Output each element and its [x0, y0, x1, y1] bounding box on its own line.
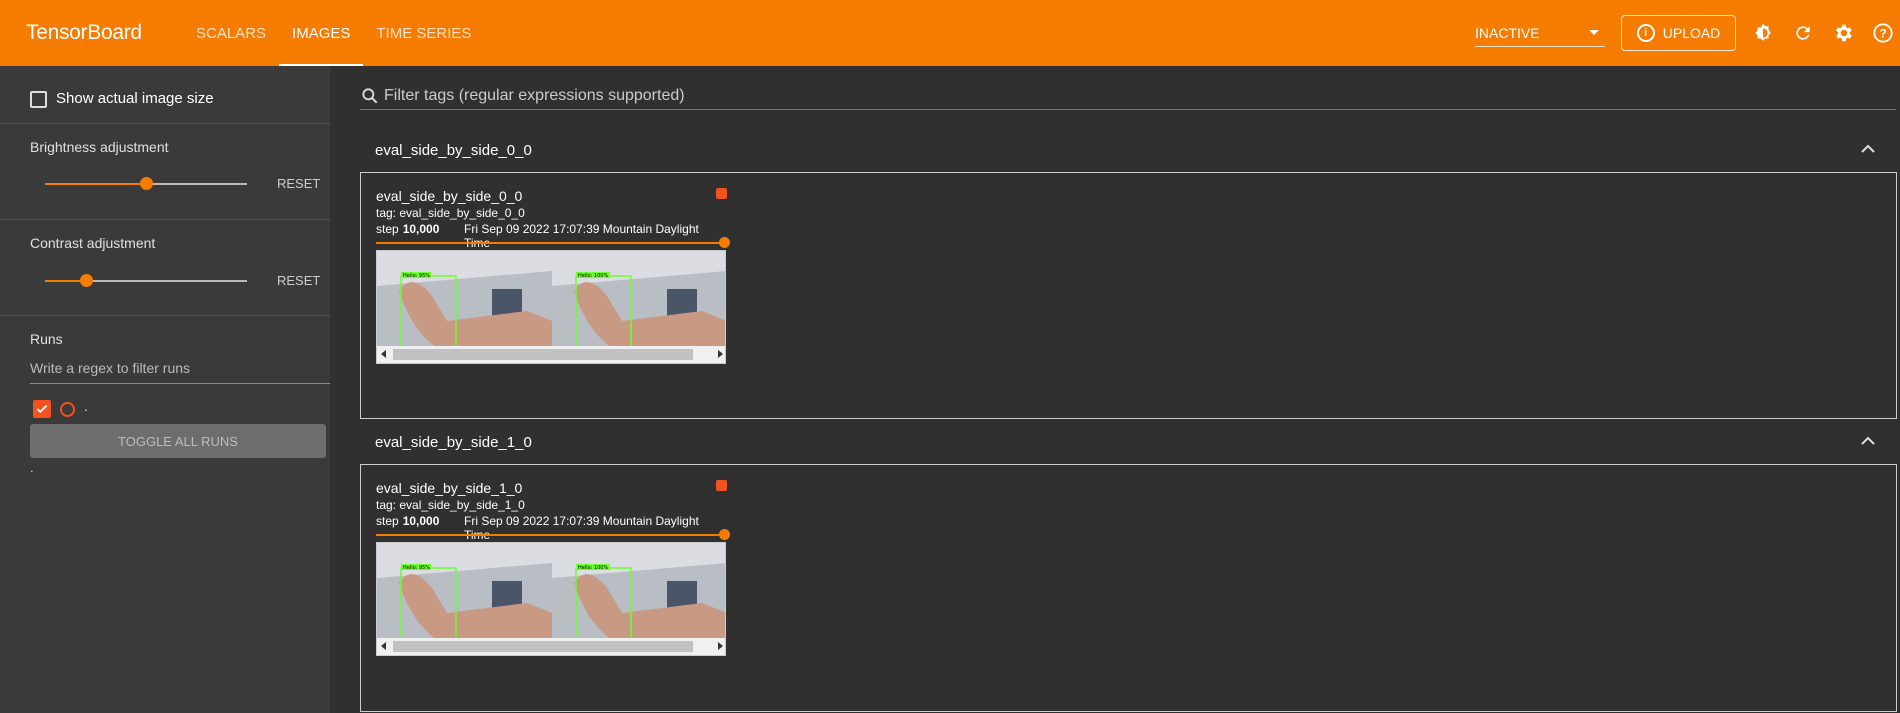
inactive-dashboards-select[interactable]: INACTIVE — [1475, 20, 1605, 47]
upload-label: UPLOAD — [1662, 25, 1721, 41]
image-card: eval_side_by_side_1_0 tag: eval_side_by_… — [376, 480, 730, 656]
card-expand-button[interactable] — [716, 188, 727, 199]
brightness-section: Brightness adjustment RESET — [0, 124, 330, 220]
card-step: step 10,000 Fri Sep 09 2022 17:07:39 Mou… — [376, 222, 726, 250]
card-timestamp: Fri Sep 09 2022 17:07:39 Mountain Daylig… — [464, 222, 699, 250]
side-by-side-image: Hello: 95% Hello: 100% — [377, 251, 725, 349]
step-label: step — [376, 222, 399, 236]
eval-image: Hello: 95% Hello: 100% — [376, 250, 726, 364]
scroll-right-arrow-icon[interactable] — [718, 350, 723, 358]
group-body-0: eval_side_by_side_0_0 tag: eval_side_by_… — [360, 172, 1897, 419]
upload-button[interactable]: i UPLOAD — [1621, 15, 1736, 51]
scroll-left-arrow-icon[interactable] — [381, 350, 386, 358]
image-scrollbar[interactable] — [377, 638, 725, 655]
contrast-label: Contrast adjustment — [30, 235, 156, 251]
contrast-section: Contrast adjustment RESET — [0, 220, 330, 316]
detection-label: Hello: 95% — [403, 273, 430, 279]
contrast-slider-thumb[interactable] — [80, 274, 93, 287]
run-color-circle[interactable] — [60, 402, 75, 417]
runs-heading: Runs — [30, 331, 63, 347]
card-title: eval_side_by_side_1_0 — [376, 480, 523, 496]
run-name: . — [84, 398, 88, 414]
contrast-reset-button[interactable]: RESET — [277, 273, 320, 288]
detection-label: Hello: 100% — [578, 565, 608, 571]
step-slider[interactable] — [376, 529, 730, 540]
reload-icon[interactable] — [1792, 22, 1814, 44]
group-header-0[interactable]: eval_side_by_side_0_0 — [360, 128, 1897, 173]
image-size-section: Show actual image size — [0, 66, 330, 124]
side-by-side-image: Hello: 95% Hello: 100% — [377, 543, 725, 641]
dropdown-caret-icon — [1589, 30, 1599, 35]
image-scrollbar[interactable] — [377, 346, 725, 363]
toggle-all-runs-button[interactable]: TOGGLE ALL RUNS — [30, 424, 326, 458]
eval-image: Hello: 95% Hello: 100% — [376, 542, 726, 656]
run-checkbox[interactable] — [33, 400, 51, 418]
info-icon: i — [1636, 24, 1655, 42]
chevron-up-icon[interactable] — [1861, 144, 1875, 154]
card-expand-button[interactable] — [716, 480, 727, 491]
step-value: 10,000 — [402, 514, 440, 528]
brightness-label: Brightness adjustment — [30, 139, 169, 155]
svg-text:?: ? — [1879, 27, 1886, 41]
top-app-bar: TensorBoard SCALARS IMAGES TIME SERIES I… — [0, 0, 1900, 66]
card-tag: tag: eval_side_by_side_1_0 — [376, 498, 525, 512]
tab-scalars[interactable]: SCALARS — [183, 0, 279, 66]
card-tag: tag: eval_side_by_side_0_0 — [376, 206, 525, 220]
detection-label: Hello: 100% — [578, 273, 608, 279]
tag-filter-placeholder: Filter tags (regular expressions support… — [384, 86, 685, 104]
runs-filter-input[interactable]: Write a regex to filter runs — [30, 356, 330, 384]
group-title: eval_side_by_side_0_0 — [375, 142, 532, 159]
scroll-right-arrow-icon[interactable] — [718, 642, 723, 650]
help-icon[interactable]: ? — [1872, 22, 1894, 44]
sidebar: Show actual image size Brightness adjust… — [0, 66, 330, 713]
group-body-1: eval_side_by_side_1_0 tag: eval_side_by_… — [360, 464, 1897, 712]
search-icon — [362, 87, 378, 103]
image-card: eval_side_by_side_0_0 tag: eval_side_by_… — [376, 188, 730, 364]
show-actual-size-label: Show actual image size — [56, 90, 214, 107]
step-value: 10,000 — [402, 222, 440, 236]
tab-time-series[interactable]: TIME SERIES — [363, 0, 484, 66]
dashboard-tabs: SCALARS IMAGES TIME SERIES — [183, 0, 484, 66]
card-title: eval_side_by_side_0_0 — [376, 188, 523, 204]
scroll-left-arrow-icon[interactable] — [381, 642, 386, 650]
show-actual-size-checkbox[interactable] — [30, 91, 47, 108]
brightness-slider-fill — [45, 183, 146, 185]
step-slider-thumb[interactable] — [719, 529, 730, 540]
chevron-up-icon[interactable] — [1861, 436, 1875, 446]
scrollbar-thumb[interactable] — [393, 349, 693, 360]
step-slider[interactable] — [376, 237, 730, 248]
inactive-select-value: INACTIVE — [1475, 25, 1540, 41]
step-label: step — [376, 514, 399, 528]
card-timestamp: Fri Sep 09 2022 17:07:39 Mountain Daylig… — [464, 514, 699, 542]
runs-footer-text: . — [30, 460, 34, 475]
tab-images[interactable]: IMAGES — [279, 0, 364, 66]
contrast-slider[interactable] — [45, 274, 247, 287]
detection-label: Hello: 95% — [403, 565, 430, 571]
brightness-slider[interactable] — [45, 177, 247, 190]
settings-gear-icon[interactable] — [1832, 22, 1854, 44]
group-header-1[interactable]: eval_side_by_side_1_0 — [360, 420, 1897, 465]
dark-mode-toggle-icon[interactable] — [1752, 22, 1774, 44]
brightness-slider-thumb[interactable] — [140, 177, 153, 190]
tag-filter-input[interactable]: Filter tags (regular expressions support… — [360, 82, 1896, 110]
card-step: step 10,000 Fri Sep 09 2022 17:07:39 Mou… — [376, 514, 726, 542]
brand-title: TensorBoard — [26, 21, 142, 44]
group-title: eval_side_by_side_1_0 — [375, 434, 532, 451]
step-slider-thumb[interactable] — [719, 237, 730, 248]
brightness-reset-button[interactable]: RESET — [277, 176, 320, 191]
scrollbar-thumb[interactable] — [393, 641, 693, 652]
